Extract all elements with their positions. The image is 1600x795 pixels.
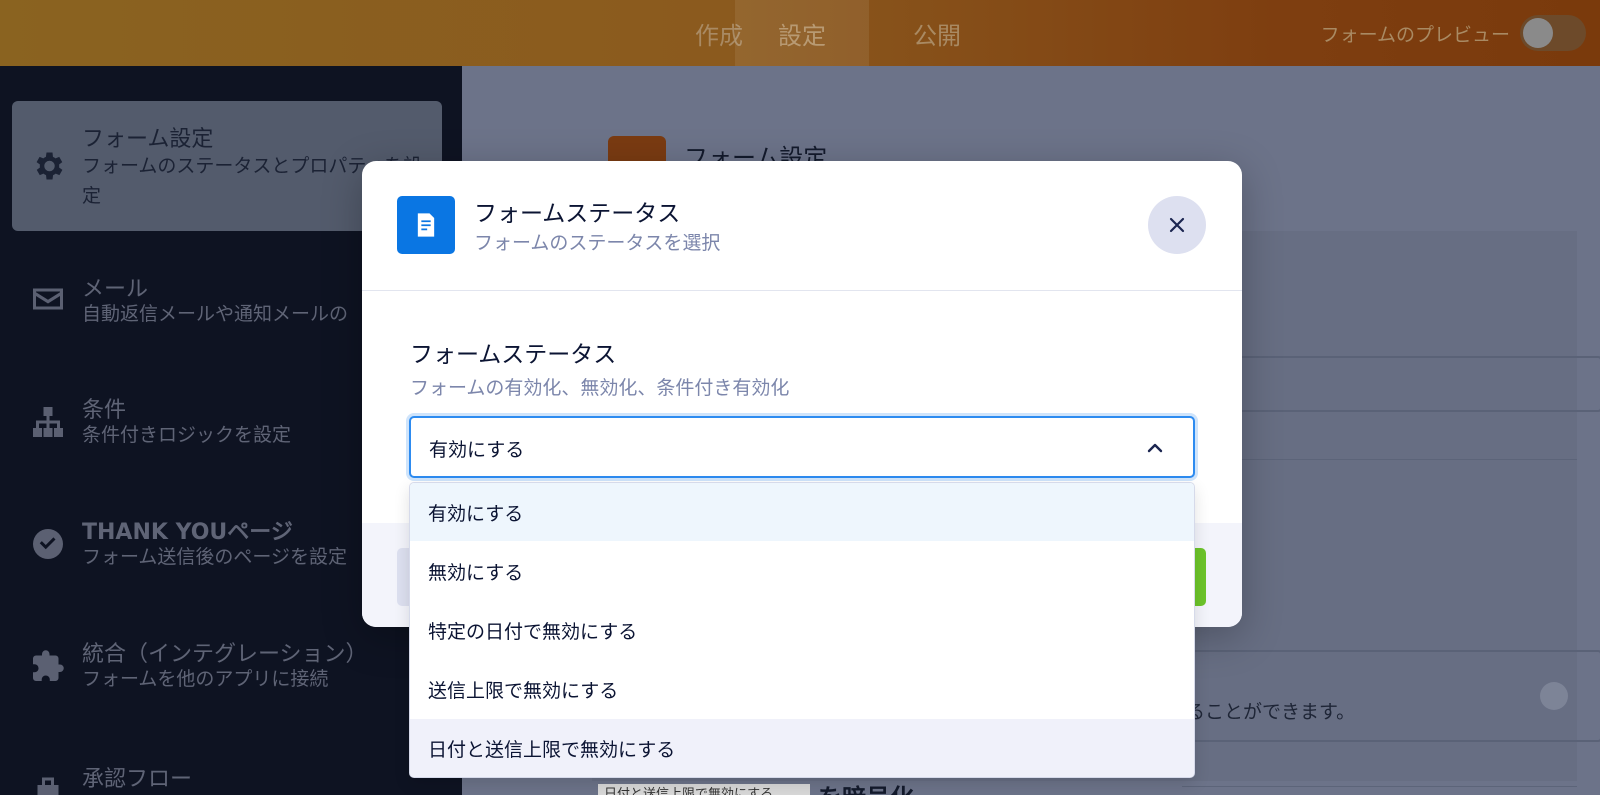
form-document-icon: [397, 196, 455, 254]
sidebar-item-integrations[interactable]: 統合（インテグレーション） フォームを他のアプリに接続: [0, 628, 462, 758]
option-disable-on-date[interactable]: 特定の日付で無効にする: [410, 601, 1194, 659]
form-preview-toggle[interactable]: [1520, 15, 1586, 51]
modal-header: フォームステータス フォームのステータスを選択: [362, 161, 1242, 291]
sitemap-icon: [33, 407, 63, 437]
modal-subtitle: フォームのステータスを選択: [474, 232, 721, 254]
puzzle-icon: [33, 650, 64, 681]
tab-settings[interactable]: 設定: [735, 0, 869, 66]
sidebar-item-subtitle: フォームを他のアプリに接続: [82, 668, 329, 690]
modal-title: フォームステータス: [474, 201, 681, 227]
background-card-text: ることができます。: [1186, 701, 1356, 723]
section-title: を暗号化: [818, 778, 914, 795]
approval-icon: [37, 777, 59, 795]
chevron-right-circle-icon: [1540, 682, 1568, 710]
top-navigation-bar: 作成 設定 公開 フォームのプレビュー: [0, 0, 1600, 66]
form-status-description: フォームの有効化、無効化、条件付き有効化: [410, 377, 790, 399]
option-disable-on-limit[interactable]: 送信上限で無効にする: [410, 660, 1194, 718]
sidebar-item-subtitle: 自動返信メールや通知メールの: [82, 303, 349, 325]
background-card: [1192, 650, 1600, 742]
form-status-select[interactable]: 有効にする: [409, 416, 1195, 478]
sidebar-item-approval-flow[interactable]: 承認フロー: [0, 751, 462, 795]
close-button[interactable]: [1148, 196, 1206, 254]
sidebar-item-title: フォーム設定: [82, 127, 214, 152]
form-status-options-list: 有効にする 無効にする 特定の日付で無効にする 送信上限で無効にする 日付と送信…: [409, 482, 1195, 778]
check-circle-icon: [33, 529, 63, 559]
mail-icon: [33, 288, 63, 310]
chevron-up-icon: [1147, 443, 1163, 453]
option-enable[interactable]: 有効にする: [410, 483, 1194, 541]
gear-icon: [36, 152, 63, 180]
tab-publish[interactable]: 公開: [870, 0, 1004, 66]
background-input-field: [1192, 356, 1600, 412]
selected-value: 有効にする: [429, 439, 525, 461]
option-disable-on-date-and-limit[interactable]: 日付と送信上限で無効にする: [410, 719, 1194, 777]
form-preview-label: フォームのプレビュー: [1320, 24, 1510, 46]
sidebar-item-subtitle: フォーム送信後のページを設定: [82, 546, 348, 568]
form-status-label: フォームステータス: [410, 342, 617, 368]
option-disable[interactable]: 無効にする: [410, 542, 1194, 600]
toggle-knob: [1523, 18, 1553, 48]
tooltip-chip: 日付と送信上限で無効にする: [598, 784, 810, 795]
close-icon: [1169, 217, 1185, 233]
sidebar-item-title: 承認フロー: [82, 767, 193, 792]
divider: [1182, 786, 1577, 787]
